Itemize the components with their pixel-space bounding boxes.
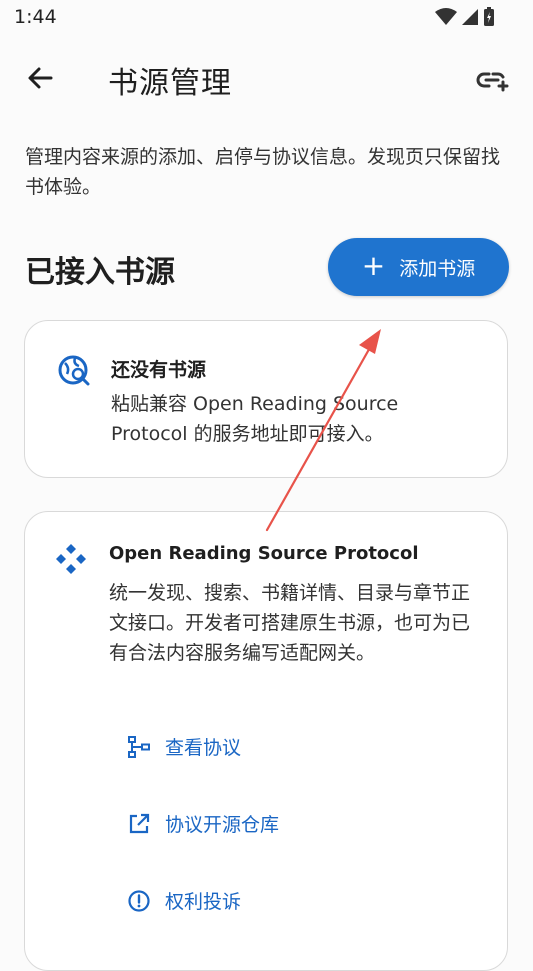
rights-complaint-link[interactable]: 权利投诉 [127,887,241,914]
add-source-label: 添加书源 [399,257,476,280]
battery-icon [484,7,494,26]
view-protocol-label: 查看协议 [165,737,242,759]
empty-state-title: 还没有书源 [111,359,207,381]
add-link-icon [476,72,509,92]
empty-state-card: 还没有书源 粘贴兼容 Open Reading Source Protocol … [24,320,508,478]
protocol-card: Open Reading Source Protocol 统一发现、搜索、书籍详… [24,511,508,971]
view-protocol-link[interactable]: 查看协议 [127,733,241,760]
app-bar: 书源管理 [0,40,533,116]
hub-icon [56,544,86,574]
schema-icon [128,735,150,758]
protocol-title: Open Reading Source Protocol [109,543,419,564]
status-icons [435,7,495,27]
status-bar: 1:44 [0,0,533,36]
page-title: 书源管理 [108,66,232,101]
empty-state-body: 粘贴兼容 Open Reading Source Protocol 的服务地址即… [111,393,399,445]
add-link-button[interactable] [473,60,513,100]
protocol-repo-label: 协议开源仓库 [165,814,280,836]
travel-explore-icon [58,355,90,386]
protocol-repo-link[interactable]: 协议开源仓库 [127,810,279,837]
plus-icon: + [361,248,386,282]
status-time: 1:44 [14,6,57,28]
protocol-body: 统一发现、搜索、书籍详情、目录与章节正文接口。开发者可搭建原生书源，也可为已有合… [109,582,471,664]
page-description: 管理内容来源的添加、启停与协议信息。发现页只保留找书体验。 [25,146,501,198]
back-button[interactable] [20,58,60,98]
open-external-icon [129,813,150,833]
add-source-button[interactable]: + 添加书源 [328,238,509,296]
report-icon [128,889,150,912]
wifi-icon [435,8,457,25]
rights-complaint-label: 权利投诉 [165,891,242,913]
signal-icon [462,9,478,25]
section-title: 已接入书源 [25,255,175,290]
arrow-back-icon [28,67,53,89]
